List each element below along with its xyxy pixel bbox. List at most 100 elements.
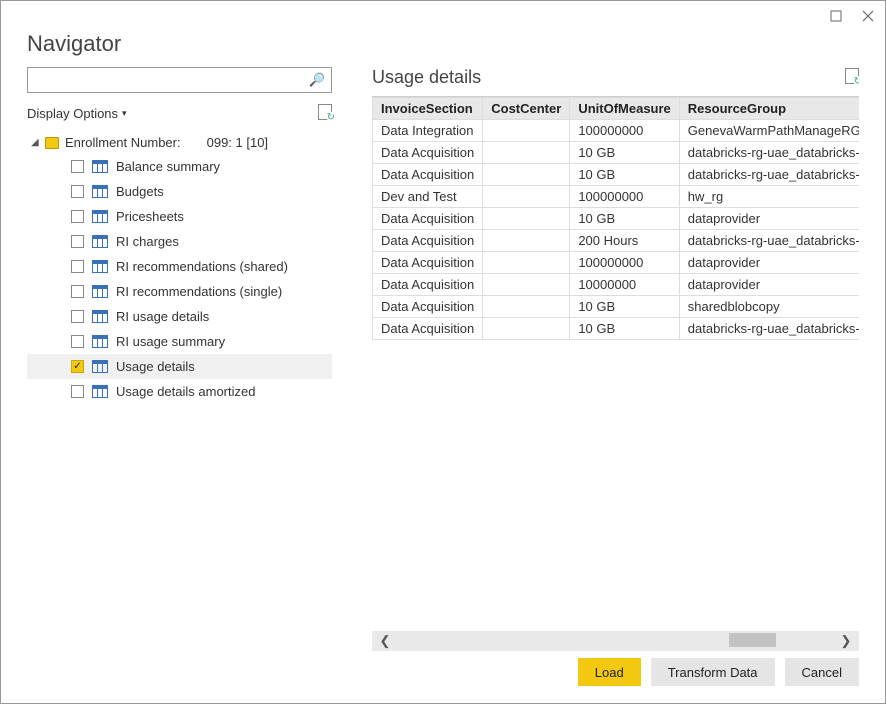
checkbox[interactable]	[71, 235, 84, 248]
preview-table: InvoiceSectionCostCenterUnitOfMeasureRes…	[372, 97, 859, 340]
tree: ◢ Enrollment Number: 099: 1 [10] Balance…	[27, 131, 332, 651]
table-cell: 10 GB	[570, 296, 679, 318]
table-icon	[92, 360, 108, 373]
table-row[interactable]: Data Acquisition 200 Hoursdatabricks-rg-u…	[373, 230, 860, 252]
table-cell: dataprovider	[679, 274, 859, 296]
load-button[interactable]: Load	[578, 658, 641, 686]
table-cell: Data Acquisition	[373, 252, 483, 274]
cancel-button[interactable]: Cancel	[785, 658, 859, 686]
checkbox[interactable]	[71, 185, 84, 198]
table-row[interactable]: Data Acquisition10 GBdatabricks-rg-uae_d…	[373, 318, 860, 340]
search-input[interactable]	[28, 73, 303, 88]
body: 🔍 Display Options ▾ ◢ Enrollment Number:…	[1, 67, 885, 651]
tree-item-label: Pricesheets	[116, 209, 184, 224]
refresh-tree-icon[interactable]	[318, 104, 332, 123]
table-icon	[92, 310, 108, 323]
tree-root-label: Enrollment Number:	[65, 135, 181, 150]
page-title: Navigator	[1, 31, 885, 67]
tree-item-label: Usage details amortized	[116, 384, 255, 399]
maximize-icon[interactable]	[827, 7, 845, 25]
table-row[interactable]: Data Acquisition 10 GBdatabricks-rg-uae_d…	[373, 142, 860, 164]
checkbox[interactable]	[71, 310, 84, 323]
table-cell	[483, 142, 570, 164]
column-header[interactable]: CostCenter	[483, 98, 570, 120]
table-cell: 10 GB	[570, 208, 679, 230]
table-row[interactable]: Data Acquisition10 GBdataprovider	[373, 208, 860, 230]
close-icon[interactable]	[859, 7, 877, 25]
tree-expand-icon[interactable]: ◢	[31, 137, 41, 148]
column-header[interactable]: InvoiceSection	[373, 98, 483, 120]
tree-item[interactable]: RI charges	[27, 229, 332, 254]
table-row[interactable]: Data Acquisition10000000dataprovider	[373, 274, 860, 296]
table-cell: dataprovider	[679, 252, 859, 274]
checkbox[interactable]	[71, 335, 84, 348]
folder-icon	[45, 137, 59, 149]
scroll-left-icon[interactable]: ❮	[372, 631, 398, 651]
search-icon[interactable]: 🔍	[303, 72, 331, 88]
table-cell	[483, 230, 570, 252]
table-row[interactable]: Data Acquisition10 GBsharedblobcopy	[373, 296, 860, 318]
tree-item[interactable]: RI usage summary	[27, 329, 332, 354]
column-header[interactable]: UnitOfMeasure	[570, 98, 679, 120]
tree-item-label: RI recommendations (shared)	[116, 259, 288, 274]
table-cell	[483, 120, 570, 142]
scroll-track[interactable]	[398, 631, 833, 651]
tree-root-extra: 099: 1 [10]	[207, 135, 268, 150]
table-cell: 100000000	[570, 186, 679, 208]
tree-item[interactable]: Balance summary	[27, 154, 332, 179]
table-cell: Data Acquisition	[373, 142, 483, 164]
table-cell: databricks-rg-uae_databricks-	[679, 230, 859, 252]
scroll-right-icon[interactable]: ❯	[833, 631, 859, 651]
tree-root-item[interactable]: ◢ Enrollment Number: 099: 1 [10]	[27, 131, 332, 154]
tree-item[interactable]: Usage details amortized	[27, 379, 332, 404]
checkbox[interactable]	[71, 385, 84, 398]
tree-item-label: RI charges	[116, 234, 179, 249]
table-icon	[92, 185, 108, 198]
checkbox[interactable]	[71, 260, 84, 273]
table-row[interactable]: Data Acquisition10 GBdatabricks-rg-uae_d…	[373, 164, 860, 186]
left-pane: 🔍 Display Options ▾ ◢ Enrollment Number:…	[27, 67, 332, 651]
table-cell: sharedblobcopy	[679, 296, 859, 318]
tree-item-label: RI usage summary	[116, 334, 225, 349]
table-cell	[483, 186, 570, 208]
table-cell: Data Acquisition	[373, 318, 483, 340]
table-cell	[483, 208, 570, 230]
table-cell: 200 Hours	[570, 230, 679, 252]
tree-item[interactable]: RI usage details	[27, 304, 332, 329]
table-icon	[92, 385, 108, 398]
table-icon	[92, 210, 108, 223]
tree-item[interactable]: RI recommendations (single)	[27, 279, 332, 304]
tree-item[interactable]: Budgets	[27, 179, 332, 204]
transform-data-button[interactable]: Transform Data	[651, 658, 775, 686]
table-cell: Data Acquisition	[373, 274, 483, 296]
tree-item[interactable]: RI recommendations (shared)	[27, 254, 332, 279]
table-cell	[483, 252, 570, 274]
display-options-button[interactable]: Display Options ▾	[27, 106, 127, 121]
tree-item[interactable]: ✓ Usage details	[27, 354, 332, 379]
checkbox[interactable]	[71, 285, 84, 298]
scroll-thumb[interactable]	[729, 633, 777, 647]
checkbox[interactable]	[71, 210, 84, 223]
table-row[interactable]: Data Integration100000000GenevaWarmPathM…	[373, 120, 860, 142]
horizontal-scrollbar[interactable]: ❮ ❯	[372, 631, 859, 651]
table-row[interactable]: Data Acquisition100000000dataprovider	[373, 252, 860, 274]
table-cell: 100000000	[570, 120, 679, 142]
footer: Load Transform Data Cancel	[1, 651, 885, 703]
navigator-window: Navigator 🔍 Display Options ▾ ◢ Enrollme…	[0, 0, 886, 704]
search-box[interactable]: 🔍	[27, 67, 332, 93]
checkbox[interactable]: ✓	[71, 360, 84, 373]
table-cell: databricks-rg-uae_databricks-	[679, 318, 859, 340]
tree-item[interactable]: Pricesheets	[27, 204, 332, 229]
column-header[interactable]: ResourceGroup	[679, 98, 859, 120]
table-cell: databricks-rg-uae_databricks-	[679, 142, 859, 164]
display-options-row: Display Options ▾	[27, 101, 332, 125]
tree-item-label: Usage details	[116, 359, 195, 374]
table-cell: 10 GB	[570, 142, 679, 164]
table-row[interactable]: Dev and Test100000000hw_rg	[373, 186, 860, 208]
table-icon	[92, 260, 108, 273]
table-cell: Data Acquisition	[373, 230, 483, 252]
checkbox[interactable]	[71, 160, 84, 173]
table-cell	[483, 296, 570, 318]
table-cell: 10 GB	[570, 164, 679, 186]
refresh-preview-icon[interactable]	[845, 68, 859, 87]
